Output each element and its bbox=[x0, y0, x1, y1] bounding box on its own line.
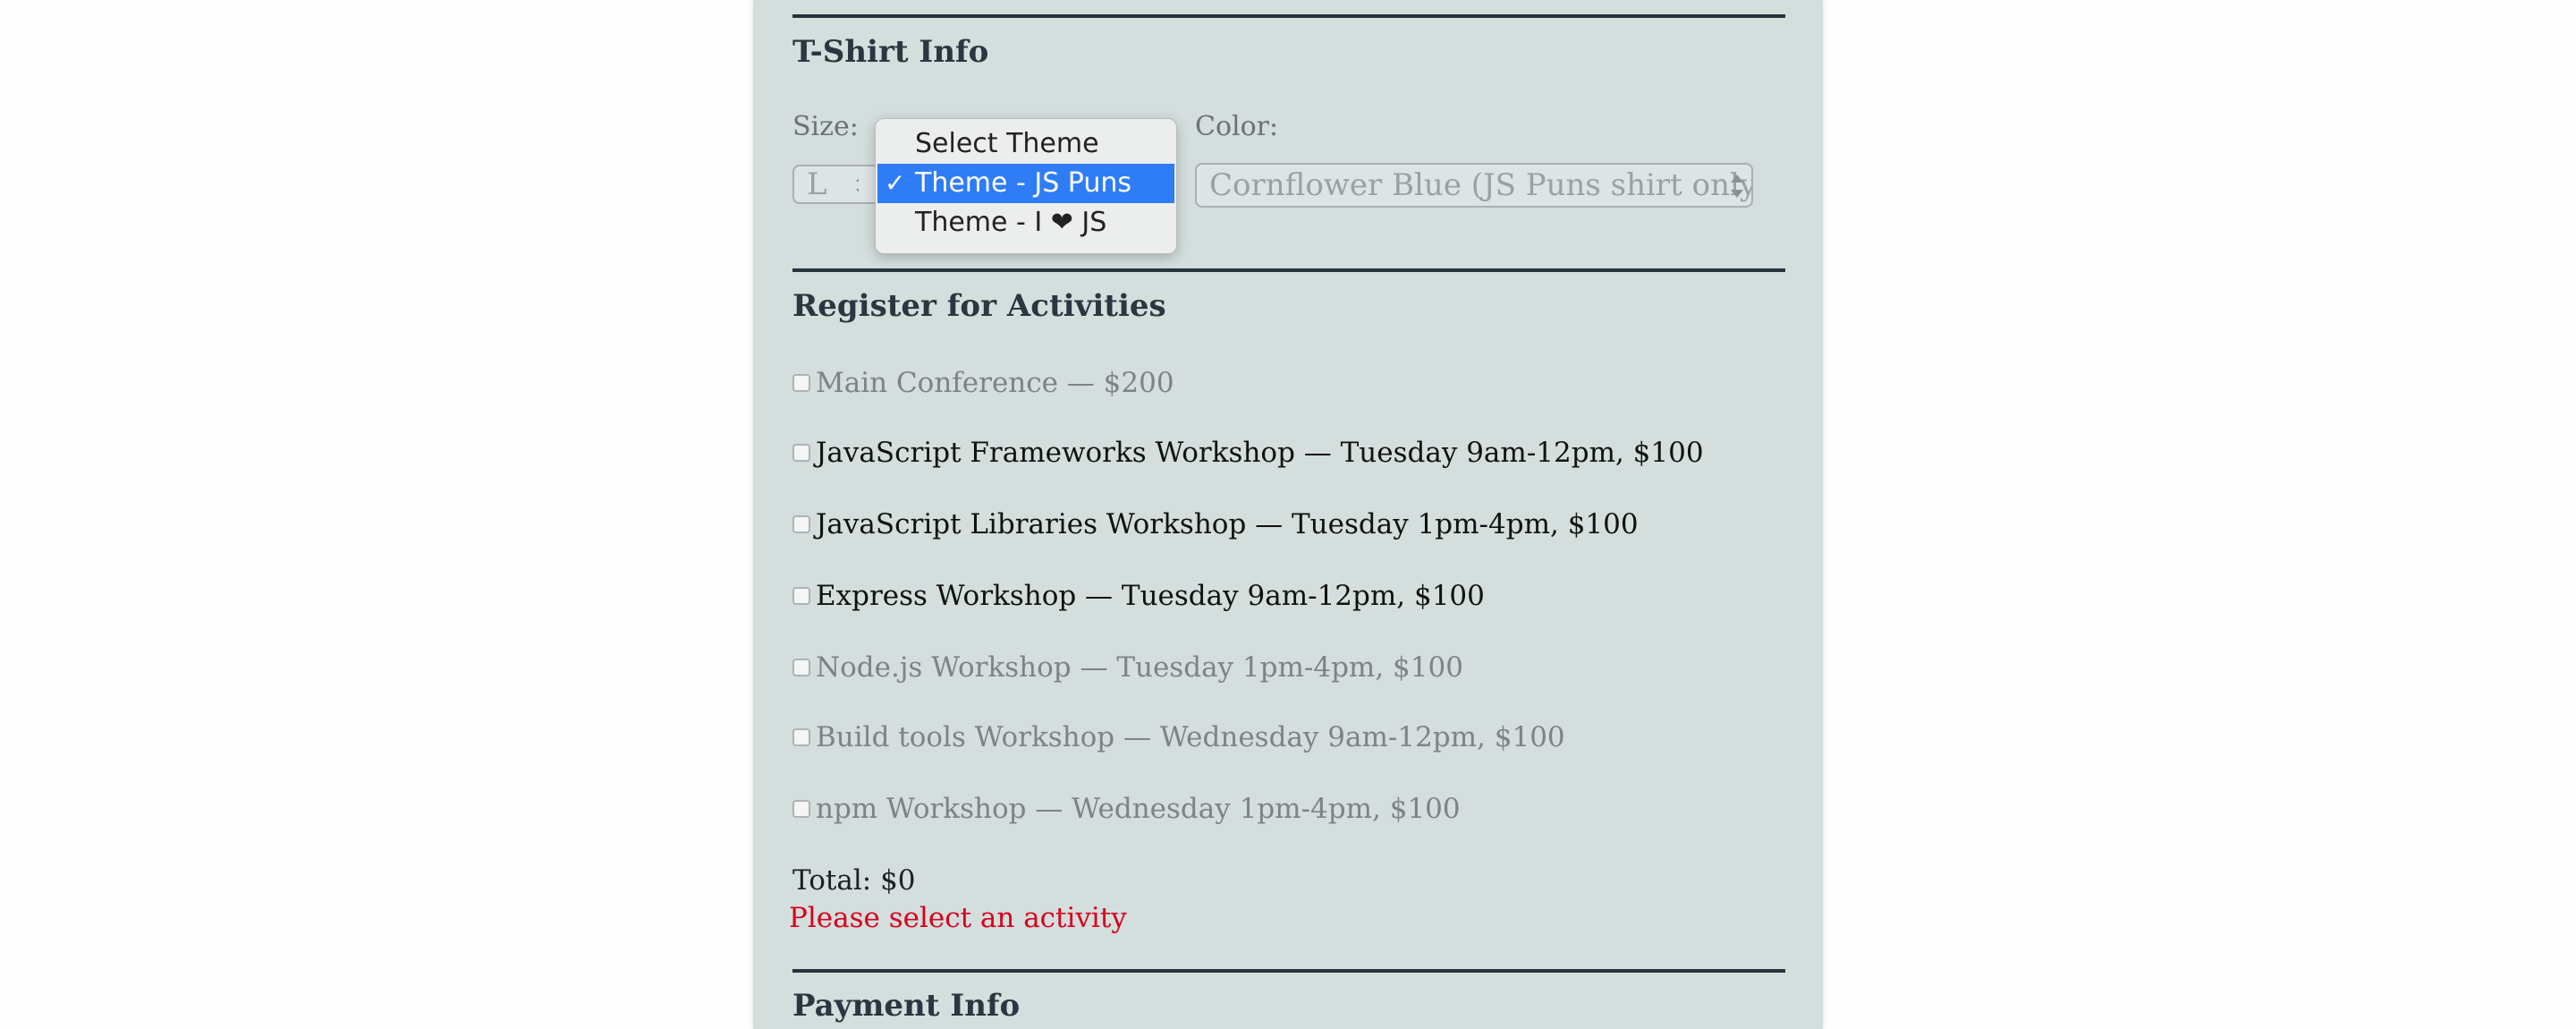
activity-checkbox bbox=[792, 727, 810, 746]
option-label: Theme - I ❤ JS bbox=[915, 207, 1107, 238]
activities-section-title: Register for Activities bbox=[792, 288, 1166, 324]
activity-label: npm Workshop — Wednesday 1pm-4pm, $100 bbox=[816, 793, 1461, 825]
activity-item: Node.js Workshop — Tuesday 1pm-4pm, $100 bbox=[792, 651, 1463, 687]
tshirt-section-title: T-Shirt Info bbox=[792, 34, 989, 70]
activity-label: Node.js Workshop — Tuesday 1pm-4pm, $100 bbox=[816, 651, 1463, 684]
activity-item: JavaScript Libraries Workshop — Tuesday … bbox=[792, 508, 1639, 544]
activity-label: JavaScript Frameworks Workshop — Tuesday… bbox=[816, 437, 1704, 469]
color-select-value: Cornflower Blue (JS Puns shirt only) bbox=[1209, 167, 1753, 203]
activities-total: Total: $0 bbox=[792, 864, 916, 897]
payment-section-title: Payment Info bbox=[792, 988, 1021, 1024]
activity-label: Build tools Workshop — Wednesday 9am-12p… bbox=[816, 721, 1565, 753]
activity-label: Main Conference — $200 bbox=[816, 367, 1174, 399]
activity-checkbox[interactable] bbox=[792, 586, 810, 605]
size-select-value: L bbox=[807, 166, 827, 202]
activity-error-message: Please select an activity bbox=[789, 902, 1127, 934]
select-stepper-icon bbox=[1730, 173, 1744, 200]
activity-label: Express Workshop — Tuesday 9am-12pm, $10… bbox=[816, 580, 1485, 612]
section-divider bbox=[792, 14, 1785, 18]
activity-item: Main Conference — $200 bbox=[792, 367, 1174, 403]
option-label: Select Theme bbox=[915, 128, 1099, 159]
activity-item: Build tools Workshop — Wednesday 9am-12p… bbox=[792, 721, 1565, 757]
activity-checkbox bbox=[792, 658, 810, 676]
activity-item: JavaScript Frameworks Workshop — Tuesday… bbox=[792, 437, 1704, 472]
design-option-select-theme[interactable]: Select Theme bbox=[877, 124, 1174, 164]
design-theme-dropdown-menu: Select Theme ✓ Theme - JS Puns Theme - I… bbox=[875, 118, 1177, 254]
option-label: Theme - JS Puns bbox=[915, 167, 1132, 199]
activity-checkbox bbox=[792, 373, 810, 392]
section-divider bbox=[792, 268, 1785, 272]
design-option-js-puns[interactable]: ✓ Theme - JS Puns bbox=[877, 164, 1174, 203]
activity-label: JavaScript Libraries Workshop — Tuesday … bbox=[816, 508, 1639, 540]
size-label: Size: bbox=[792, 111, 859, 142]
section-divider bbox=[792, 969, 1785, 973]
checkmark-icon: ✓ bbox=[885, 168, 906, 198]
color-label: Color: bbox=[1195, 111, 1279, 142]
activity-checkbox[interactable] bbox=[792, 443, 810, 462]
activity-item: Express Workshop — Tuesday 9am-12pm, $10… bbox=[792, 580, 1485, 616]
design-option-heart-js[interactable]: Theme - I ❤ JS bbox=[877, 203, 1174, 242]
color-select[interactable]: Cornflower Blue (JS Puns shirt only) bbox=[1195, 163, 1753, 208]
activity-checkbox bbox=[792, 799, 810, 818]
activity-checkbox[interactable] bbox=[792, 514, 810, 533]
activity-item: npm Workshop — Wednesday 1pm-4pm, $100 bbox=[792, 793, 1461, 829]
